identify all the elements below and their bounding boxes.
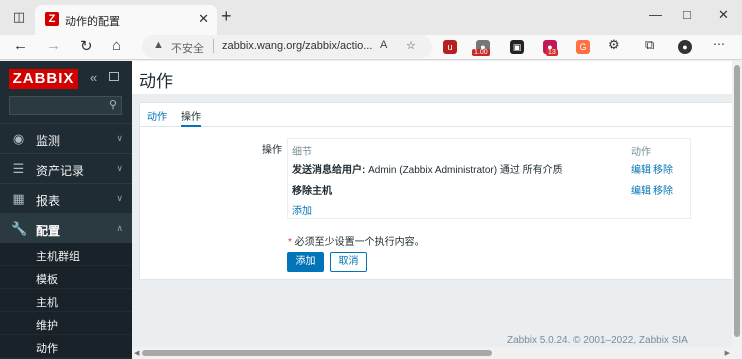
warning-icon[interactable]: ▲ [153,39,164,51]
reload-icon[interactable]: ↻ [80,37,93,55]
submenu-item-hosts[interactable]: 主机 [0,289,132,312]
more-icon[interactable]: ⋯ [713,37,725,51]
chevron-down-icon: ∨ [116,163,123,173]
submenu-item-templates[interactable]: 模板 [0,266,132,289]
extension-badge: 1.00 [472,49,490,56]
table-row: 发送消息给用户: Admin (Zabbix Administrator) 通过… [292,161,563,176]
sidebar: ZABBIX « ⚲ ◉ 监测 ∨ ☰ 资产记录 ∨ ▦ 报表 ∨ 🔧 配置 ∧… [0,61,132,359]
forward-icon[interactable]: → [46,37,61,54]
kiosk-mode-icon[interactable] [109,72,119,81]
scrollbar-thumb[interactable] [142,350,492,356]
url-separator [213,39,214,53]
chevron-down-icon: ∨ [116,193,123,203]
horizontal-scrollbar[interactable]: ◀ ▶ [132,347,732,359]
close-icon[interactable]: ✕ [198,11,209,27]
submenu-item-actions[interactable]: 动作 [0,335,132,358]
ublock-icon[interactable]: u [443,40,457,54]
submenu-item-maintenance[interactable]: 维护 [0,312,132,335]
collapse-sidebar-icon[interactable]: « [90,70,97,85]
submenu-label: 主机群组 [36,251,80,263]
menu-item-label: 配置 [36,224,61,238]
maximize-icon[interactable]: □ [683,7,691,22]
sidebar-toggle-icon[interactable]: ◫ [11,9,27,25]
close-window-icon[interactable]: ✕ [718,7,729,23]
search-icon[interactable]: ⚲ [109,98,117,111]
submenu-label: 模板 [36,274,58,286]
operations-table: 细节 动作 发送消息给用户: Admin (Zabbix Administrat… [287,138,691,219]
tab-operations[interactable]: 操作 [181,108,201,127]
operations-label: 操作 [262,145,282,156]
submenu-label: 维护 [36,320,58,332]
column-header-action: 动作 [631,147,651,158]
extensions-icon[interactable]: ⚙ [608,37,620,53]
remove-link[interactable]: 移除 [653,182,673,197]
list-icon: ☰ [12,161,25,176]
favorite-icon[interactable]: ☆ [406,39,416,52]
url-text[interactable]: zabbix.wang.org/zabbix/actio... [222,40,372,52]
address-bar: ← → ↻ ⌂ ▲ 不安全 zabbix.wang.org/zabbix/act… [0,35,742,60]
menu-item-configuration[interactable]: 🔧 配置 ∧ [0,213,132,243]
insecure-label[interactable]: 不安全 [171,40,204,56]
menu-item-label: 资产记录 [36,164,85,178]
menu-item-reports[interactable]: ▦ 报表 ∨ [0,183,132,213]
minimize-icon[interactable]: — [649,7,662,22]
browser-tab-bar: ◫ Z 动作的配置 ✕ + — □ ✕ [0,0,742,35]
extension-icon[interactable]: ▣ [510,40,524,54]
remove-link[interactable]: 移除 [653,161,673,176]
table-row: 移除主机 [292,182,332,197]
zabbix-logo[interactable]: ZABBIX [9,69,78,89]
chart-icon: ▦ [12,191,25,206]
tab-title: 动作的配置 [65,16,120,28]
operation-type: 发送消息给用户: [292,165,366,176]
read-aloud-icon[interactable]: A [380,39,387,51]
scrollbar-thumb[interactable] [734,65,740,337]
add-operation-link[interactable]: 添加 [292,202,312,217]
extension-badge: 13 [546,49,558,56]
edit-link[interactable]: 编辑 [631,161,651,176]
footer-copyright: Zabbix 5.0.24. © 2001–2022, Zabbix SIA [507,335,688,346]
edit-link[interactable]: 编辑 [631,182,651,197]
chevron-down-icon: ∨ [116,133,123,143]
submenu-label: 主机 [36,297,58,309]
menu-item-label: 报表 [36,194,61,208]
operation-details: Admin (Zabbix Administrator) 通过 所有介质 [365,165,563,176]
submenu-label: 动作 [36,343,58,355]
chevron-up-icon: ∧ [116,223,123,233]
scroll-left-icon[interactable]: ◀ [134,349,139,357]
operation-type: 移除主机 [292,186,332,197]
plus-icon[interactable]: + [221,6,232,27]
column-header-details: 细节 [292,147,312,158]
url-field[interactable]: ▲ 不安全 zabbix.wang.org/zabbix/actio... A … [142,35,432,58]
tab-action[interactable]: 动作 [147,108,167,123]
vertical-scrollbar[interactable] [732,61,742,359]
menu-item-monitoring[interactable]: ◉ 监测 ∨ [0,123,132,153]
cancel-button[interactable]: 取消 [330,252,367,272]
search-input[interactable]: ⚲ [9,96,122,115]
scroll-right-icon[interactable]: ▶ [725,349,730,357]
required-note-text: 必须至少设置一个执行内容。 [291,237,425,248]
submenu-item-host-groups[interactable]: 主机群组 [0,243,132,266]
browser-tab[interactable]: Z 动作的配置 ✕ [35,5,217,35]
home-icon[interactable]: ⌂ [112,37,121,54]
required-note: * 必须至少设置一个执行内容。 [288,233,425,248]
menu-item-label: 监测 [36,134,61,148]
menu-item-inventory[interactable]: ☰ 资产记录 ∨ [0,153,132,183]
page-title: 动作 [139,72,173,91]
zabbix-favicon-icon: Z [45,12,59,26]
back-icon[interactable]: ← [13,37,28,54]
extension-icon[interactable]: G [576,40,590,54]
action-form: 动作 操作 操作 细节 动作 发送消息给用户: Admin (Zabbix Ad… [139,102,735,280]
eye-icon: ◉ [12,131,25,146]
page-header: 动作 [132,61,742,94]
form-tabs: 动作 操作 [140,103,734,127]
collections-icon[interactable]: ⧉ [645,37,654,53]
profile-avatar[interactable]: ● [678,40,692,54]
add-button[interactable]: 添加 [287,252,324,272]
main-content: 动作 动作 操作 操作 细节 动作 发送消息给用户: Admin (Zabbix… [132,61,742,359]
wrench-icon: 🔧 [11,221,28,236]
